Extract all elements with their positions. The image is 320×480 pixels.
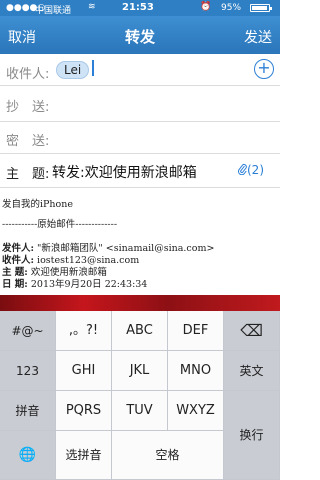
page-title: 转发: [124, 28, 155, 46]
cc-field-row[interactable]: 抄 送:: [0, 86, 280, 122]
cc-label: 抄 送:: [6, 100, 50, 115]
status-time: 21:53: [122, 2, 154, 13]
globe-icon[interactable]: 🌐: [0, 431, 56, 480]
subject-input[interactable]: 转发:欢迎使用新浪邮箱: [52, 162, 197, 182]
key-symbols[interactable]: #@~: [0, 311, 56, 351]
date-value: 2013年9月20日 22:43:34: [30, 279, 148, 290]
key-english[interactable]: 英文: [224, 351, 280, 391]
attachment-count-text: (2): [247, 163, 264, 177]
wifi-icon: ≋: [88, 2, 96, 12]
key-space[interactable]: 空格: [112, 431, 224, 480]
key-tuv[interactable]: TUV: [112, 391, 168, 431]
text-cursor: [92, 60, 94, 76]
key-numbers[interactable]: 123: [0, 351, 56, 391]
alarm-icon: ⏰: [200, 2, 212, 12]
status-bar: ●●●●○ 中国联通 ≋ 21:53 ⏰ 95%: [0, 0, 280, 16]
to-label: 收件人:: [6, 67, 50, 82]
subject-field-row[interactable]: 主 题: 转发:欢迎使用新浪邮箱 (2): [0, 154, 280, 188]
carrier-name: 中国联通: [35, 6, 72, 16]
attachment-count[interactable]: (2): [238, 163, 264, 177]
bcc-field-row[interactable]: 密 送:: [0, 122, 280, 154]
send-button[interactable]: 发送: [244, 27, 272, 47]
body-date-line: 日 期: 2013年9月20日 22:43:34: [2, 276, 147, 290]
decorative-banner: [0, 295, 280, 311]
key-ghi[interactable]: GHI: [56, 351, 112, 391]
key-punctuation[interactable]: ,。?!: [56, 311, 112, 351]
to-field-row[interactable]: 收件人: Lei +: [0, 54, 280, 86]
battery-icon: [250, 4, 272, 12]
key-select-pinyin[interactable]: 选拼音: [56, 431, 112, 480]
recipient-chip[interactable]: Lei: [56, 61, 90, 79]
body-original-divider: -----------原始邮件-------------: [2, 219, 118, 230]
body-signature: 发自我的iPhone: [2, 199, 74, 210]
battery-percent: 95%: [221, 3, 242, 13]
key-return[interactable]: 换行: [224, 391, 280, 480]
subject-label: 主 题:: [6, 167, 50, 182]
key-wxyz[interactable]: WXYZ: [168, 391, 224, 431]
key-mno[interactable]: MNO: [168, 351, 224, 391]
date-label: 日 期:: [2, 279, 28, 290]
delete-icon[interactable]: ⌫: [224, 311, 280, 351]
key-def[interactable]: DEF: [168, 311, 224, 351]
key-pqrs[interactable]: PQRS: [56, 391, 112, 431]
key-pinyin[interactable]: 拼音: [0, 391, 56, 431]
keyboard: #@~ ,。?! ABC DEF ⌫ 123 GHI JKL MNO 英文 拼音…: [0, 311, 280, 480]
key-abc[interactable]: ABC: [112, 311, 168, 351]
add-contact-button[interactable]: +: [254, 59, 274, 79]
key-jkl[interactable]: JKL: [112, 351, 168, 391]
bcc-label: 密 送:: [6, 134, 50, 149]
navigation-bar: 取消 转发 发送: [0, 16, 280, 54]
paperclip-icon: [238, 164, 247, 176]
